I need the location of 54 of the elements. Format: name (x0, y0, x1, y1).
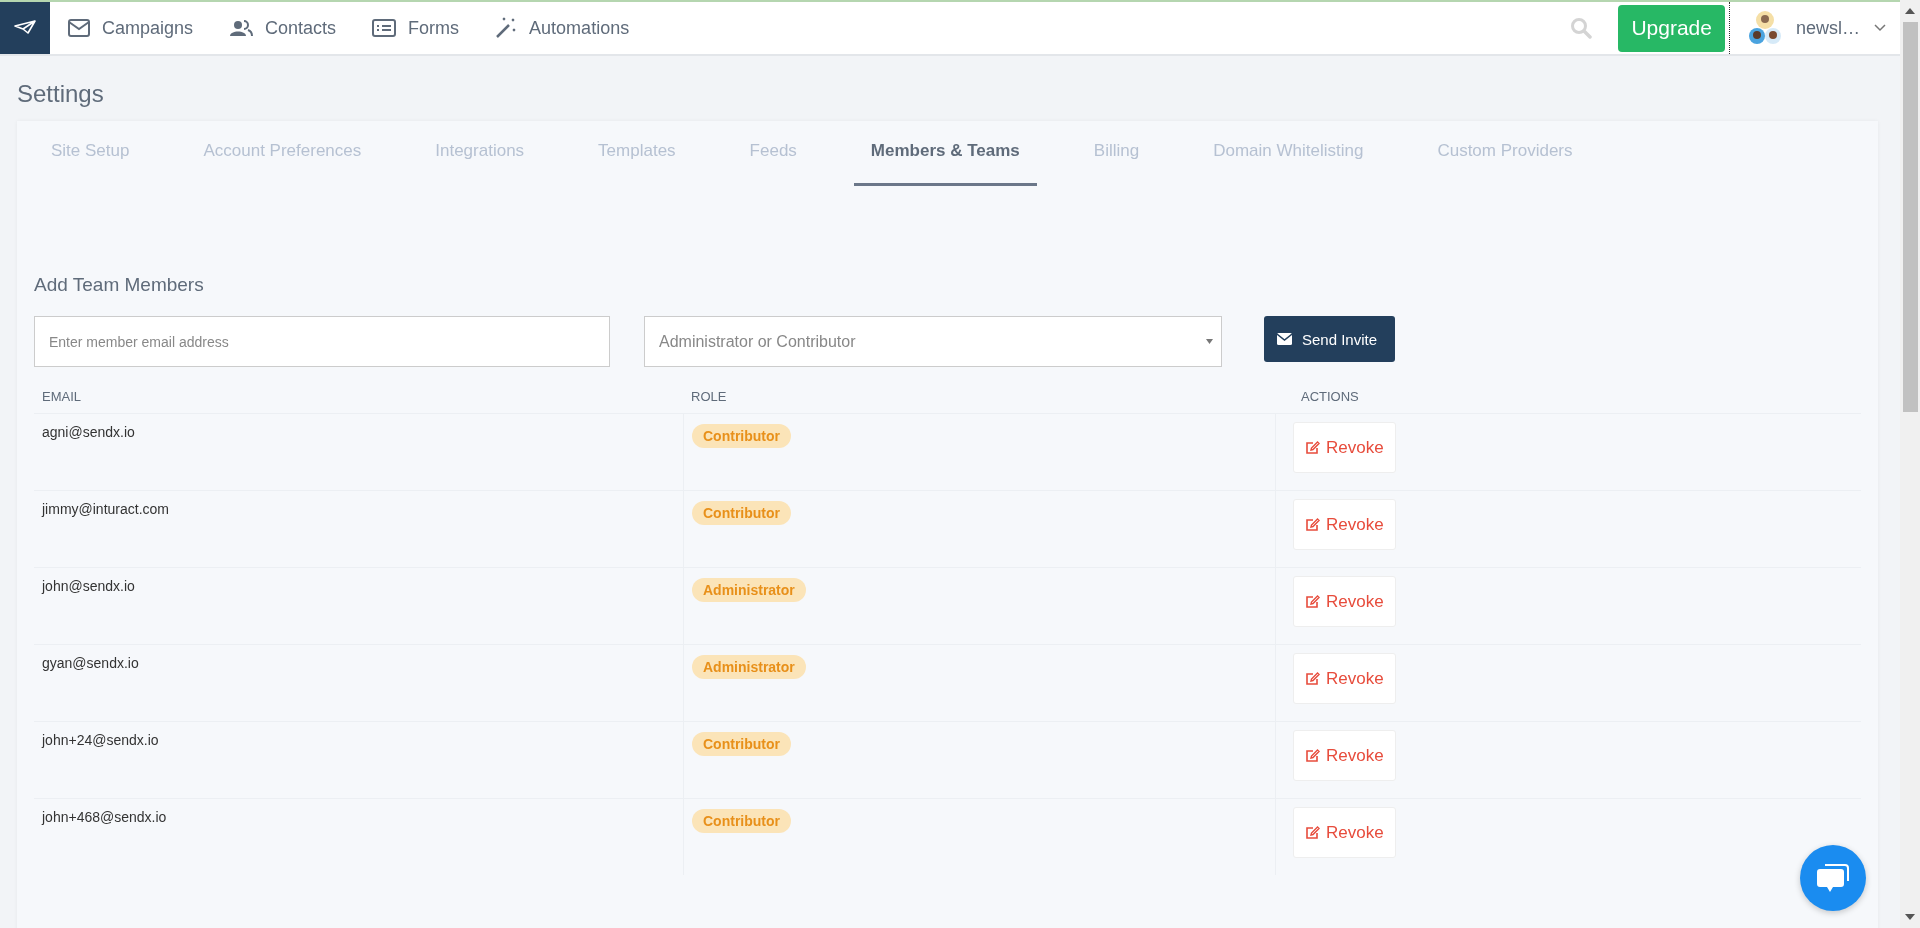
role-badge: Administrator (692, 578, 806, 602)
email-cell: john@sendx.io (42, 578, 135, 594)
edit-icon (1305, 440, 1320, 455)
edit-icon (1305, 748, 1320, 763)
send-invite-button[interactable]: Send Invite (1264, 316, 1396, 362)
scroll-up-icon[interactable] (1905, 8, 1915, 14)
chat-bubbles-icon (1816, 862, 1850, 894)
column-header: ACTIONS (1300, 389, 1360, 406)
scroll-down-icon[interactable] (1905, 914, 1915, 920)
revoke-button[interactable]: Revoke (1293, 422, 1396, 473)
email-cell: gyan@sendx.io (42, 655, 139, 671)
envelope-icon (68, 19, 90, 37)
people-icon (229, 20, 254, 36)
page-title: Settings (17, 80, 105, 108)
logo[interactable] (0, 2, 50, 54)
email-cell: john+468@sendx.io (42, 809, 167, 825)
role-badge: Contributor (692, 501, 791, 525)
column-header: ROLE (690, 389, 728, 406)
email-cell: jimmy@inturact.com (42, 501, 169, 517)
role-badge: Contributor (692, 424, 791, 448)
role-select[interactable]: Administrator or Contributor (644, 316, 1222, 367)
account-menu[interactable]: newsl… (1795, 17, 1860, 39)
chevron-down-icon[interactable] (1874, 24, 1886, 32)
edit-icon (1305, 517, 1320, 532)
email-cell: john+24@sendx.io (42, 732, 159, 748)
magic-wand-icon (495, 17, 518, 39)
edit-icon (1305, 825, 1320, 840)
email-input[interactable]: Enter member email address (34, 316, 610, 367)
revoke-button[interactable]: Revoke (1293, 807, 1396, 858)
edit-icon (1305, 671, 1320, 686)
paper-plane-icon (14, 20, 36, 36)
email-cell: agni@sendx.io (42, 424, 135, 440)
nav-link[interactable]: Automations (495, 17, 630, 39)
revoke-button[interactable]: Revoke (1293, 576, 1396, 627)
revoke-button[interactable]: Revoke (1293, 653, 1396, 704)
role-badge: Contributor (692, 732, 791, 756)
revoke-button[interactable]: Revoke (1293, 499, 1396, 550)
column-header: EMAIL (41, 389, 82, 406)
role-badge: Contributor (692, 809, 791, 833)
upgrade-button[interactable]: Upgrade (1618, 4, 1725, 52)
edit-icon (1305, 594, 1320, 609)
nav-link[interactable]: Campaigns (68, 17, 194, 39)
envelope-icon (1277, 333, 1292, 345)
dropdown-arrow-icon (1206, 339, 1213, 344)
section-heading: Add Team Members (34, 274, 205, 296)
scrollbar-thumb[interactable] (1902, 22, 1918, 412)
settings-tab[interactable]: Members & Teams (853, 121, 1037, 186)
revoke-button[interactable]: Revoke (1293, 730, 1396, 781)
nav-link[interactable]: Contacts (229, 17, 337, 39)
nav-link[interactable]: Forms (372, 17, 460, 39)
form-icon (372, 19, 397, 37)
avatar-group-icon (1747, 10, 1782, 46)
scrollbar[interactable] (1900, 0, 1920, 928)
role-badge: Administrator (692, 655, 806, 679)
